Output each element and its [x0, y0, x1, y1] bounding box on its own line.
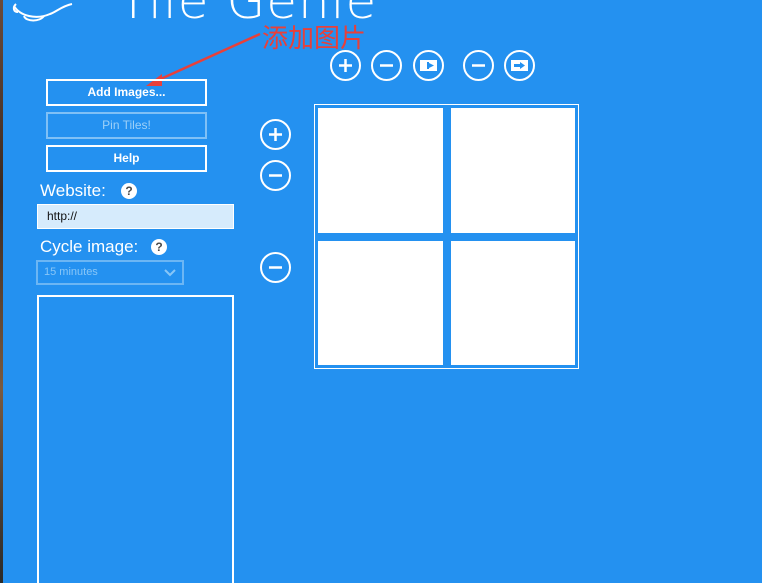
add-images-button[interactable]: Add Images...: [46, 79, 207, 106]
remove-row-button[interactable]: [260, 160, 291, 191]
swap-icon: [511, 60, 528, 71]
tile-4[interactable]: [451, 241, 575, 365]
minus-icon: [269, 174, 282, 177]
minus-icon: [472, 64, 485, 67]
genie-lamp-icon: [10, 0, 80, 29]
plus-icon: [339, 59, 352, 72]
annotation-label: 添加图片: [262, 24, 367, 54]
pin-tiles-button[interactable]: Pin Tiles!: [46, 112, 207, 139]
swap-column-button-2[interactable]: [504, 50, 535, 81]
cycle-image-label: Cycle image:: [40, 237, 139, 256]
swap-column-button[interactable]: [413, 50, 444, 81]
remove-row-button-2[interactable]: [260, 252, 291, 283]
minus-icon: [380, 64, 393, 67]
tile-3[interactable]: [318, 241, 443, 365]
remove-column-button-2[interactable]: [463, 50, 494, 81]
add-row-button[interactable]: [260, 119, 291, 150]
website-help-icon[interactable]: ?: [121, 183, 137, 199]
cycle-image-help-icon[interactable]: ?: [151, 239, 167, 255]
cycle-interval-select[interactable]: 15 minutes: [36, 260, 184, 285]
remove-column-button[interactable]: [371, 50, 402, 81]
tile-1[interactable]: [318, 108, 443, 233]
cycle-interval-value: 15 minutes: [44, 266, 98, 278]
image-list[interactable]: [37, 295, 234, 583]
background-window-edge: [0, 0, 3, 583]
help-button[interactable]: Help: [46, 145, 207, 172]
swap-icon: [420, 60, 437, 71]
add-column-button[interactable]: [330, 50, 361, 81]
website-label: Website:: [40, 181, 106, 200]
minus-icon: [269, 266, 282, 269]
tile-2[interactable]: [451, 108, 575, 233]
website-input[interactable]: http://: [37, 204, 234, 229]
plus-icon: [269, 128, 282, 141]
tile-grid: [314, 104, 579, 369]
chevron-down-icon: [164, 269, 176, 277]
